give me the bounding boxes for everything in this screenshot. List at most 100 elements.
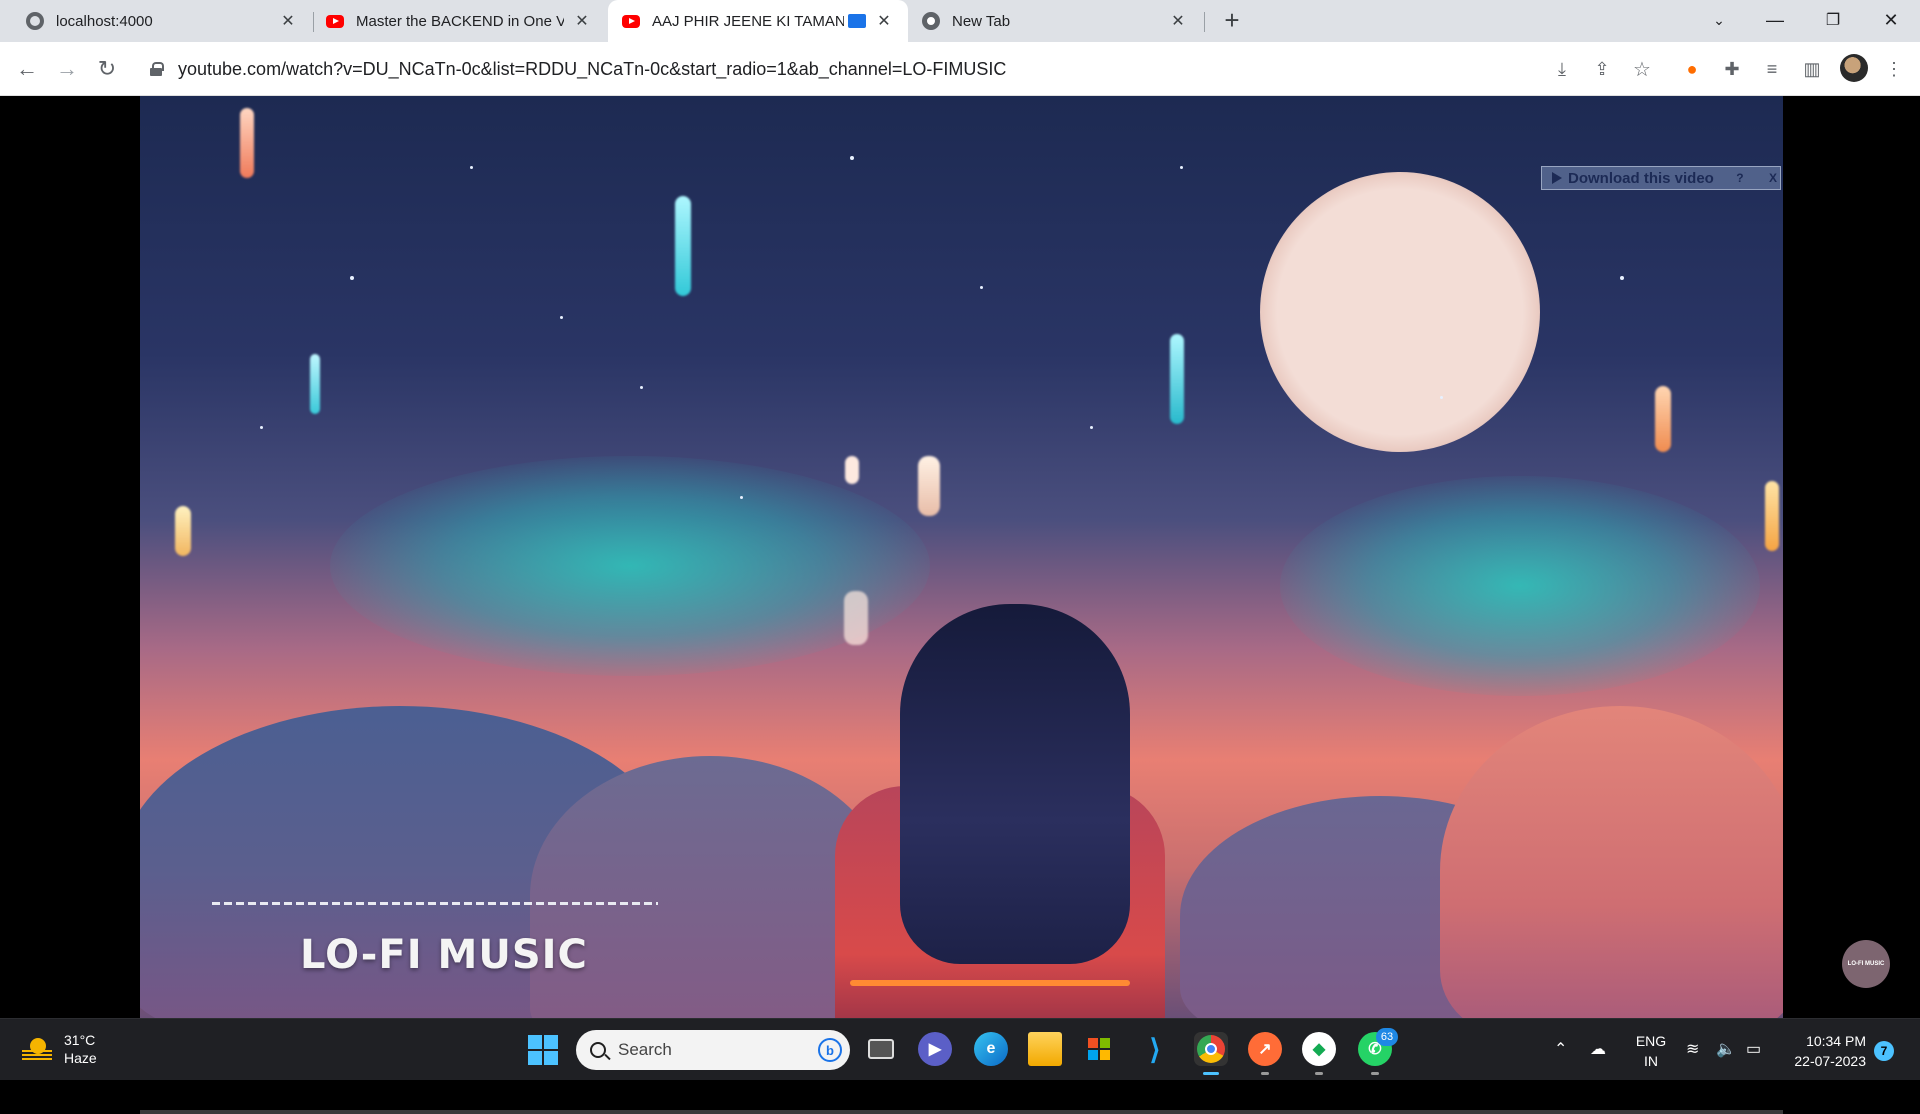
new-tab-button[interactable]: + xyxy=(1218,7,1246,35)
side-panel-icon[interactable]: ▥ xyxy=(1798,55,1826,83)
star xyxy=(740,496,743,499)
weather-temperature: 31°C xyxy=(64,1032,96,1048)
bookmark-star-icon[interactable]: ☆ xyxy=(1628,55,1656,83)
lantern-streak xyxy=(1655,386,1671,452)
region-code: IN xyxy=(1644,1053,1658,1069)
whatsapp-unread-badge: 63 xyxy=(1376,1028,1398,1046)
close-window-button[interactable]: ✕ xyxy=(1868,0,1914,40)
video-viewport: LO-FI MUSIC Download this video ? X xyxy=(0,96,1920,1114)
play-triangle-icon xyxy=(1552,172,1562,184)
postman-icon[interactable]: ↗ xyxy=(1248,1032,1282,1075)
bing-icon[interactable]: b xyxy=(818,1038,842,1062)
tab-title: Master the BACKEND in One Vide xyxy=(356,12,564,30)
lantern-streak xyxy=(1765,481,1779,551)
tab-title: localhost:4000 xyxy=(56,12,153,30)
back-arrow-icon[interactable]: ← xyxy=(12,54,42,84)
search-icon xyxy=(590,1042,606,1058)
clock-time: 10:34 PM xyxy=(1806,1033,1866,1049)
close-icon[interactable]: X xyxy=(1766,171,1780,185)
microsoft-store-icon[interactable] xyxy=(1082,1032,1116,1066)
edge-icon[interactable]: e xyxy=(974,1032,1008,1066)
lock-icon[interactable] xyxy=(150,62,164,76)
download-video-bar[interactable]: Download this video ? X xyxy=(1541,166,1781,190)
star xyxy=(260,426,263,429)
menu-kebab-icon[interactable]: ⋮ xyxy=(1880,55,1908,83)
tab-close-icon[interactable]: ✕ xyxy=(874,11,894,31)
tab-master-backend[interactable]: Master the BACKEND in One Vide ✕ xyxy=(314,0,606,42)
star xyxy=(350,276,354,280)
globe-icon xyxy=(26,12,44,30)
share-icon[interactable]: ⇪ xyxy=(1588,55,1616,83)
language-code: ENG xyxy=(1635,1033,1667,1049)
install-app-icon[interactable]: ⤓ xyxy=(1548,55,1576,83)
star xyxy=(850,156,854,160)
clock-date: 22-07-2023 xyxy=(1794,1053,1866,1069)
tab-close-icon[interactable]: ✕ xyxy=(1168,11,1188,31)
channel-watermark-badge[interactable]: LO-FI MUSIC xyxy=(1842,940,1890,988)
help-icon[interactable]: ? xyxy=(1733,171,1746,185)
system-clock[interactable]: 10:34 PM 22-07-2023 xyxy=(1782,1031,1866,1071)
extension-orange-icon[interactable]: ● xyxy=(1678,55,1706,83)
minimize-button[interactable]: — xyxy=(1752,0,1798,40)
browser-toolbar: ← → ↻ youtube.com/watch?v=DU_NCaTn-0c&li… xyxy=(0,42,1920,96)
lantern-streak xyxy=(675,196,691,296)
star xyxy=(1090,426,1093,429)
cast-media-icon xyxy=(848,14,866,28)
weather-widget[interactable]: 31°C Haze xyxy=(22,1031,97,1067)
input-language[interactable]: ENG IN xyxy=(1634,1031,1668,1071)
profile-avatar[interactable] xyxy=(1840,54,1868,82)
video-progress-track[interactable] xyxy=(140,1110,1783,1114)
star xyxy=(470,166,473,169)
lantern-streak xyxy=(240,108,254,178)
star xyxy=(560,316,563,319)
battery-icon[interactable]: ▭ xyxy=(1746,1039,1761,1059)
file-explorer-icon[interactable] xyxy=(1028,1032,1062,1066)
download-video-button[interactable]: Download this video xyxy=(1568,170,1714,187)
girl-hair-illustration xyxy=(900,604,1130,964)
media-queue-icon[interactable]: ≡ xyxy=(1758,55,1786,83)
lantern-streak xyxy=(845,456,859,484)
tab-new-tab[interactable]: New Tab ✕ xyxy=(910,0,1202,42)
lantern-streak xyxy=(175,506,191,556)
tab-strip: localhost:4000 ✕ Master the BACKEND in O… xyxy=(0,0,1920,42)
taskbar-search[interactable]: Search b xyxy=(576,1030,850,1070)
dashed-divider xyxy=(212,902,658,905)
chrome-taskbar-icon[interactable] xyxy=(1194,1032,1228,1075)
wifi-icon[interactable]: ≋ xyxy=(1686,1039,1699,1059)
tab-localhost[interactable]: localhost:4000 ✕ xyxy=(0,0,312,42)
mongodb-compass-icon[interactable]: ◆ xyxy=(1302,1032,1336,1075)
notification-count-badge[interactable]: 7 xyxy=(1874,1041,1894,1061)
teams-chat-icon[interactable]: ▶ xyxy=(918,1032,952,1066)
restore-button[interactable]: ❐ xyxy=(1810,0,1856,40)
star xyxy=(640,386,643,389)
tab-close-icon[interactable]: ✕ xyxy=(572,11,592,31)
tab-title: AAJ PHIR JEENE KI TAMANN xyxy=(652,12,844,30)
vscode-icon[interactable]: ⟩ xyxy=(1138,1032,1172,1066)
tab-search-chevron-icon[interactable]: ⌄ xyxy=(1696,0,1742,40)
tab-aaj-phir-jeene[interactable]: AAJ PHIR JEENE KI TAMANN ✕ xyxy=(608,0,908,42)
tray-overflow-chevron-icon[interactable]: ⌃ xyxy=(1554,1039,1567,1059)
tab-title: New Tab xyxy=(952,12,1011,30)
tab-close-icon[interactable]: ✕ xyxy=(278,11,298,31)
address-bar[interactable]: youtube.com/watch?v=DU_NCaTn-0c&list=RDD… xyxy=(138,49,1550,89)
volume-icon[interactable]: 🔈 xyxy=(1716,1039,1736,1059)
reload-icon[interactable]: ↻ xyxy=(92,54,122,84)
lantern-streak xyxy=(918,456,940,516)
task-view-icon[interactable] xyxy=(864,1032,898,1066)
forward-arrow-icon[interactable]: → xyxy=(52,54,82,84)
haze-weather-icon xyxy=(22,1036,52,1062)
star xyxy=(1620,276,1624,280)
extensions-puzzle-icon[interactable]: ✚ xyxy=(1718,55,1746,83)
lantern-streak xyxy=(310,354,320,414)
tab-divider xyxy=(1204,12,1205,32)
girl-belt-illustration xyxy=(850,980,1130,986)
video-player[interactable]: LO-FI MUSIC Download this video ? X xyxy=(140,96,1783,1018)
star xyxy=(1440,396,1443,399)
moon-illustration xyxy=(1260,172,1540,452)
star xyxy=(1180,166,1183,169)
windows-start-icon[interactable] xyxy=(528,1035,558,1065)
url-text[interactable]: youtube.com/watch?v=DU_NCaTn-0c&list=RDD… xyxy=(178,59,1006,80)
cloud xyxy=(1440,706,1783,1018)
star xyxy=(980,286,983,289)
onedrive-cloud-icon[interactable]: ☁ xyxy=(1590,1039,1606,1059)
